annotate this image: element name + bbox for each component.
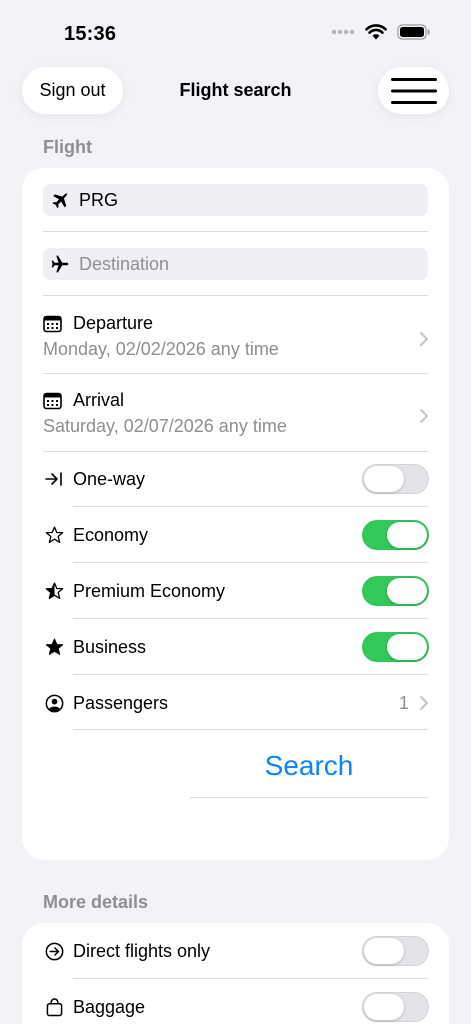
- passengers-label: Passengers: [73, 692, 169, 713]
- arrival-row[interactable]: Arrival Saturday, 02/07/2026 any time: [43, 390, 429, 437]
- business-label: Business: [73, 636, 147, 657]
- origin-input[interactable]: [75, 184, 428, 216]
- arrow-circle-icon: [43, 942, 65, 961]
- status-time: 15:36: [64, 23, 117, 45]
- divider: [73, 729, 428, 730]
- flight-search-screen: 15:36 Sign out Flight search Flight PRG …: [0, 0, 471, 1024]
- status-icons: [331, 24, 431, 40]
- baggage-label: Baggage: [73, 996, 146, 1017]
- more-details-card: Direct flights only Baggage: [22, 923, 449, 1024]
- premium-economy-label: Premium Economy: [73, 580, 226, 601]
- passengers-row[interactable]: Passengers 1: [43, 688, 429, 718]
- departure-label: Departure: [73, 313, 154, 333]
- premium-economy-row: Premium Economy: [43, 576, 429, 606]
- divider: [43, 295, 428, 296]
- star-half-icon: [43, 581, 65, 601]
- calendar-icon: [43, 315, 65, 333]
- divider: [43, 373, 428, 374]
- divider: [43, 451, 428, 452]
- signal-icon: [331, 29, 355, 35]
- one-way-toggle[interactable]: [362, 464, 429, 494]
- divider: [73, 674, 428, 675]
- flight-section-title: Flight: [43, 137, 92, 157]
- person-circle-icon: [43, 694, 65, 713]
- flight-card: Departure Monday, 02/02/2026 any time Ar…: [22, 168, 449, 860]
- plane-icon: [45, 254, 75, 274]
- arrival-label: Arrival: [73, 390, 125, 410]
- arrow-to-line-icon: [43, 471, 65, 487]
- chevron-right-icon: [420, 409, 428, 423]
- arrival-value: Saturday, 02/07/2026 any time: [43, 416, 287, 436]
- economy-toggle[interactable]: [362, 520, 429, 550]
- battery-icon: [397, 24, 430, 40]
- passengers-count: 1: [398, 692, 409, 713]
- premium-economy-toggle[interactable]: [362, 576, 429, 606]
- economy-label: Economy: [73, 524, 149, 545]
- more-details-section-title: More details: [43, 892, 149, 912]
- business-row: Business: [43, 632, 429, 662]
- divider: [43, 231, 428, 232]
- business-toggle[interactable]: [362, 632, 429, 662]
- baggage-row: Baggage: [43, 992, 429, 1022]
- menu-button[interactable]: [378, 67, 449, 114]
- destination-field[interactable]: [43, 248, 428, 280]
- star-filled-icon: [43, 637, 65, 657]
- wifi-icon: [365, 24, 387, 40]
- departure-row[interactable]: Departure Monday, 02/02/2026 any time: [43, 313, 429, 360]
- departure-value: Monday, 02/02/2026 any time: [43, 339, 279, 359]
- search-button[interactable]: Search: [190, 746, 428, 786]
- one-way-label: One-way: [73, 468, 146, 489]
- destination-input[interactable]: [75, 248, 428, 280]
- chevron-right-icon: [420, 332, 428, 346]
- bag-icon: [43, 997, 65, 1017]
- divider: [73, 562, 428, 563]
- chevron-right-icon: [420, 696, 428, 710]
- origin-field[interactable]: [43, 184, 428, 216]
- one-way-row: One-way: [43, 464, 429, 494]
- star-outline-icon: [43, 525, 65, 545]
- direct-flights-label: Direct flights only: [73, 940, 211, 961]
- direct-flights-row: Direct flights only: [43, 936, 429, 966]
- takeoff-plane-icon: [45, 190, 75, 210]
- hamburger-icon: [390, 77, 437, 104]
- divider: [73, 618, 428, 619]
- divider: [73, 506, 428, 507]
- divider: [73, 978, 428, 979]
- baggage-toggle[interactable]: [362, 992, 429, 1022]
- calendar-icon: [43, 392, 65, 410]
- economy-row: Economy: [43, 520, 429, 550]
- direct-flights-toggle[interactable]: [362, 936, 429, 966]
- divider: [190, 797, 428, 798]
